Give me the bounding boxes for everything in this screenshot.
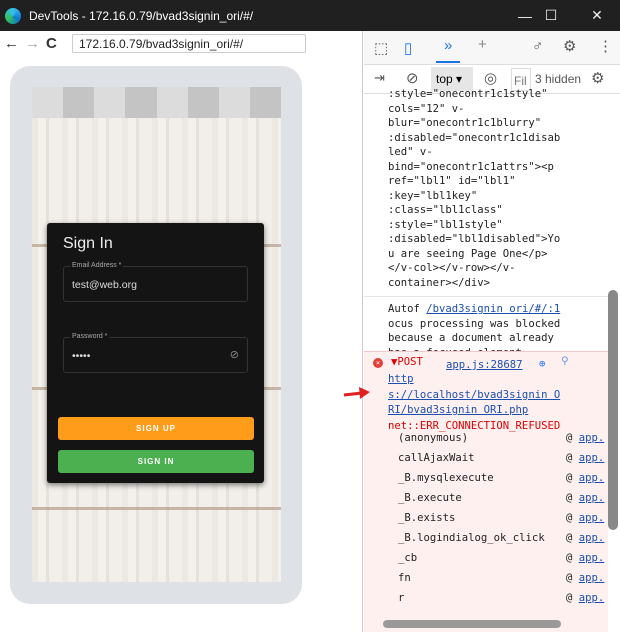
autofocus-prefix: Autof — [388, 303, 420, 315]
search-icon[interactable]: ⚲ — [561, 355, 569, 367]
source-line: cols="12" v- — [388, 102, 465, 115]
context-value: top — [436, 72, 453, 86]
source-line: container></div> — [388, 276, 491, 289]
stack-frame-link[interactable]: @ app. — [566, 452, 604, 464]
source-line: </v-col></v-row></v- — [388, 262, 516, 274]
add-tab-icon[interactable]: + — [478, 36, 487, 53]
stack-frame-link[interactable]: @ app. — [566, 432, 604, 444]
source-line: bind="onecontr1c1attrs"><p — [388, 160, 554, 173]
error-message: × ▼POST app.js:28687 ⊕ ⚲ http s://localh… — [364, 351, 608, 632]
error-url[interactable]: s://localhost/bvad3signin O — [388, 388, 560, 404]
password-value: ••••• — [72, 350, 91, 362]
title-bar: DevTools - 172.16.0.79/bvad3signin_ori/#… — [0, 0, 620, 31]
edge-logo-icon — [5, 7, 21, 24]
source-line: blur="onecontr1c1blurry" — [388, 117, 542, 129]
stack-frame: _B.mysqlexecute — [398, 472, 494, 484]
email-field[interactable]: Email Address * test@web.org — [63, 262, 248, 302]
horizontal-scrollbar[interactable] — [383, 620, 561, 628]
error-method[interactable]: ▼POST — [391, 356, 423, 368]
stack-frame-link[interactable]: @ app. — [566, 492, 604, 504]
source-line: :key="lbl1key" — [388, 189, 478, 202]
eye-off-icon[interactable]: ⊘ — [230, 348, 239, 361]
stack-frame: fn — [398, 572, 411, 584]
clear-console-icon[interactable]: ⊘ — [406, 69, 419, 87]
console-output: :style="onecontr1c1style" cols="12" v-blu… — [364, 88, 608, 360]
email-label: Email Address * — [70, 262, 124, 269]
stack-frame: _cb — [398, 552, 418, 564]
inspect-icon[interactable]: ⬚ — [374, 39, 388, 57]
window-title: DevTools - 172.16.0.79/bvad3signin_ori/#… — [29, 8, 254, 23]
more-tabs-icon[interactable]: » — [444, 37, 452, 54]
autofocus-line: because a document already — [388, 332, 554, 344]
device-toggle-icon[interactable]: ▯ — [404, 39, 412, 57]
source-line: ref="lbl1" id="lbl1" — [388, 175, 516, 187]
checker-strip — [32, 87, 281, 118]
app-screen: Sign In Email Address * test@web.org Pas… — [32, 87, 281, 582]
autofocus-line: ocus processing was blocked — [388, 317, 561, 330]
stack-frame-link[interactable]: @ app. — [566, 552, 604, 564]
device-frame: Sign In Email Address * test@web.org Pas… — [10, 66, 302, 604]
signin-title: Sign In — [63, 235, 113, 252]
stack-frame: callAjaxWait — [398, 452, 475, 464]
stack-frame-link[interactable]: @ app. — [566, 592, 604, 604]
stack-frame-link[interactable]: @ app. — [566, 532, 604, 544]
error-source-link[interactable]: app.js:28687 — [446, 359, 523, 371]
maximize-button[interactable]: ☐ — [528, 0, 574, 31]
email-value: test@web.org — [72, 279, 137, 291]
network-icon[interactable]: ⊕ — [539, 358, 545, 370]
stack-frame: _B.execute — [398, 492, 462, 504]
sign-up-button[interactable]: SIGN UP — [58, 417, 254, 440]
stack-frame-link[interactable]: @ app. — [566, 512, 604, 524]
autofocus-link[interactable]: /bvad3signin ori/#/:1 — [426, 303, 560, 315]
password-field[interactable]: Password * ••••• ⊘ — [63, 333, 248, 373]
source-message: :style="onecontr1c1style" cols="12" v-blu… — [364, 87, 608, 290]
forward-button[interactable]: → — [25, 35, 40, 52]
sign-in-button[interactable]: SIGN IN — [58, 450, 254, 473]
more-options-icon[interactable]: ⋮ — [598, 37, 613, 55]
reload-button[interactable]: C — [46, 35, 57, 52]
back-button[interactable]: ← — [4, 35, 19, 52]
password-label: Password * — [70, 333, 110, 340]
stack-frame: _B.exists — [398, 512, 456, 524]
stack-frame-link[interactable]: @ app. — [566, 472, 604, 484]
signin-card: Sign In Email Address * test@web.org Pas… — [47, 223, 264, 483]
stack-frame-link[interactable]: @ app. — [566, 572, 604, 584]
source-line: :disabled="lbl1disabled">Yo — [388, 233, 561, 245]
browser-viewport: ← → C 172.16.0.79/bvad3signin_ori/#/ Sig… — [0, 31, 363, 632]
source-line: :disabled="onecontr1c1disab — [388, 131, 561, 144]
sidebar-toggle-icon[interactable]: ⇥ — [374, 70, 385, 86]
source-line: :style="lbl1style" — [388, 218, 503, 231]
settings-icon[interactable]: ⚙ — [563, 37, 576, 55]
source-line: :class="lbl1class" — [388, 204, 503, 216]
feedback-icon[interactable]: ♂ — [532, 38, 543, 55]
stack-frame: r — [398, 592, 405, 604]
error-url[interactable]: RI/bvad3signin ORI.php — [388, 403, 560, 419]
stack-frame: _B.logindialog_ok_click — [398, 532, 545, 544]
close-button[interactable]: ✕ — [574, 0, 620, 31]
vertical-scrollbar[interactable] — [608, 290, 618, 530]
red-arrow-annotation — [343, 387, 370, 399]
hidden-count[interactable]: 3 hidden — [535, 72, 581, 86]
console-settings-icon[interactable]: ⚙ — [591, 69, 604, 87]
url-input[interactable]: 172.16.0.79/bvad3signin_ori/#/ — [72, 34, 306, 53]
error-icon: × — [373, 358, 383, 368]
devtools-panel: ⬚ ▯ » + ♂ ⚙ ⋮ ⇥ ⊘ top ▾ ◎ Fil 3 hidden ⚙… — [343, 31, 620, 632]
source-line: :style="onecontr1c1style" — [388, 88, 548, 100]
source-line: led" v- — [388, 146, 433, 158]
source-line: u are seeing Page One</p> — [388, 247, 548, 260]
live-expression-icon[interactable]: ◎ — [484, 69, 497, 87]
error-url[interactable]: http — [388, 372, 560, 388]
address-row: ← → C 172.16.0.79/bvad3signin_ori/#/ — [0, 31, 362, 56]
stack-frame: (anonymous) — [398, 432, 469, 444]
devtools-toolbar: ⬚ ▯ » + ♂ ⚙ ⋮ — [364, 31, 620, 65]
